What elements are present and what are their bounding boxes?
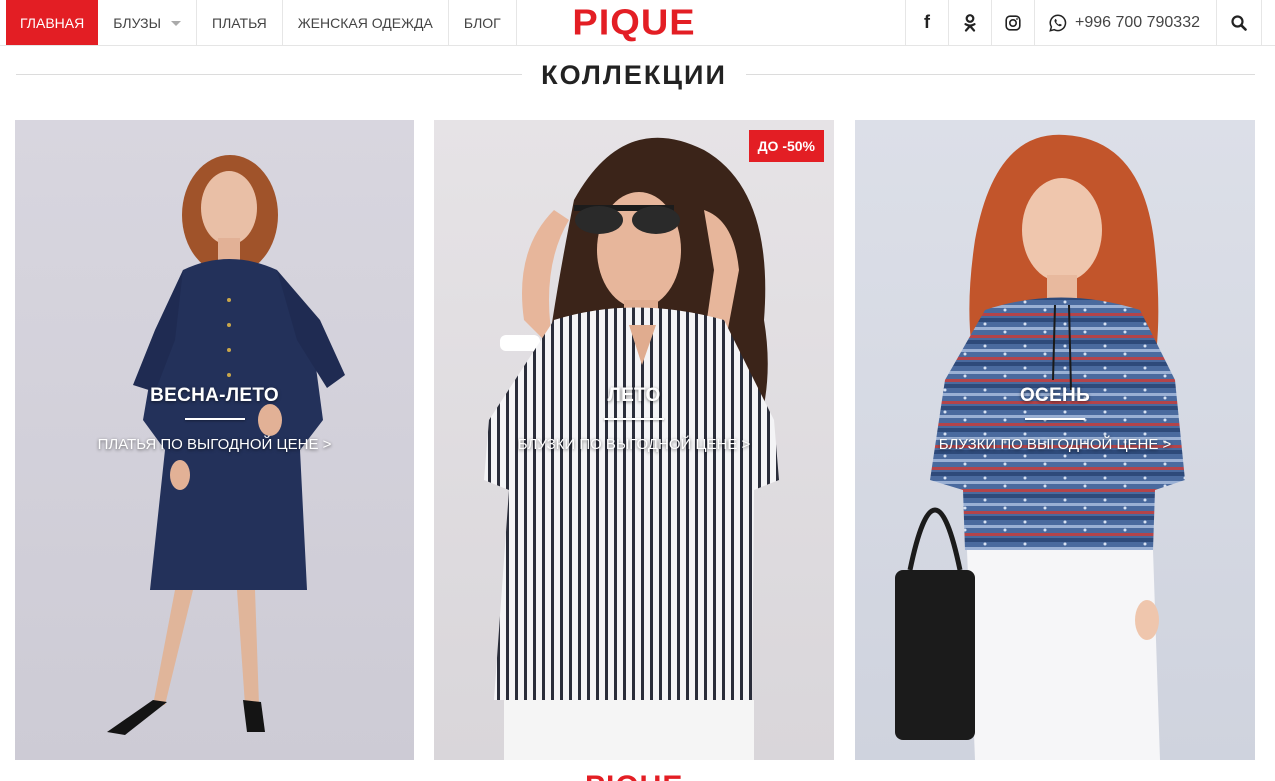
site-logo[interactable]: PIQUE [548, 5, 720, 41]
title-underline [604, 418, 664, 420]
instagram-link[interactable] [990, 0, 1034, 45]
phone-number: +996 700 790332 [1074, 13, 1200, 31]
nav-item-dresses[interactable]: ПЛАТЬЯ [197, 0, 283, 45]
facebook-icon: f [923, 12, 930, 32]
discount-badge: ДО -50% [748, 130, 824, 162]
title-underline [185, 418, 245, 420]
heading-divider-left [16, 74, 522, 75]
nav-item-blog[interactable]: БЛОГ [449, 0, 517, 45]
facebook-link[interactable]: f [904, 0, 948, 45]
nav-item-blouses-label: БЛУЗЫ [113, 14, 162, 31]
card-title: ОСЕНЬ [1019, 385, 1091, 406]
chevron-down-icon [171, 21, 182, 26]
collection-card-autumn[interactable]: ОСЕНЬ БЛУЗКИ ПО ВЫГОДНОЙ ЦЕНЕ > [855, 120, 1255, 760]
card-link[interactable]: ПЛАТЬЯ ПО ВЫГОДНОЙ ЦЕНЕ > [15, 436, 414, 453]
nav-item-home[interactable]: ГЛАВНАЯ [6, 0, 99, 45]
card-title: ВЕСНА-ЛЕТО [150, 385, 279, 406]
nav-item-womens-clothing[interactable]: ЖЕНСКАЯ ОДЕЖДА [283, 0, 449, 45]
top-navigation: ГЛАВНАЯ БЛУЗЫ ПЛАТЬЯ ЖЕНСКАЯ ОДЕЖДА БЛОГ… [0, 0, 1275, 46]
odnoklassniki-link[interactable] [947, 0, 991, 45]
title-underline [1025, 418, 1085, 420]
main-menu: ГЛАВНАЯ БЛУЗЫ ПЛАТЬЯ ЖЕНСКАЯ ОДЕЖДА БЛОГ [6, 0, 517, 45]
card-title: ЛЕТО [607, 385, 661, 406]
nav-item-blouses[interactable]: БЛУЗЫ [98, 0, 198, 45]
whatsapp-icon [1049, 13, 1067, 32]
collection-card-spring-summer[interactable]: ВЕСНА-ЛЕТО ПЛАТЬЯ ПО ВЫГОДНОЙ ЦЕНЕ > [15, 120, 414, 760]
search-button[interactable] [1216, 0, 1262, 45]
header-actions: f +996 700 790332 [904, 0, 1275, 45]
odnoklassniki-icon [964, 13, 976, 32]
card-link[interactable]: БЛУЗКИ ПО ВЫГОДНОЙ ЦЕНЕ > [434, 436, 834, 453]
footer-logo-peek: PIQUE [585, 772, 685, 781]
search-icon [1231, 14, 1247, 31]
collection-card-summer[interactable]: ДО -50% ЛЕТО БЛУЗКИ ПО ВЫГОДНОЙ ЦЕНЕ > [434, 120, 834, 760]
phone-contact[interactable]: +996 700 790332 [1033, 0, 1216, 45]
section-title: КОЛЛЕКЦИИ [541, 60, 727, 90]
collections-heading: КОЛЛЕКЦИИ [16, 56, 1255, 96]
instagram-icon [1005, 14, 1021, 31]
heading-divider-right [746, 74, 1255, 75]
card-link[interactable]: БЛУЗКИ ПО ВЫГОДНОЙ ЦЕНЕ > [855, 436, 1255, 453]
